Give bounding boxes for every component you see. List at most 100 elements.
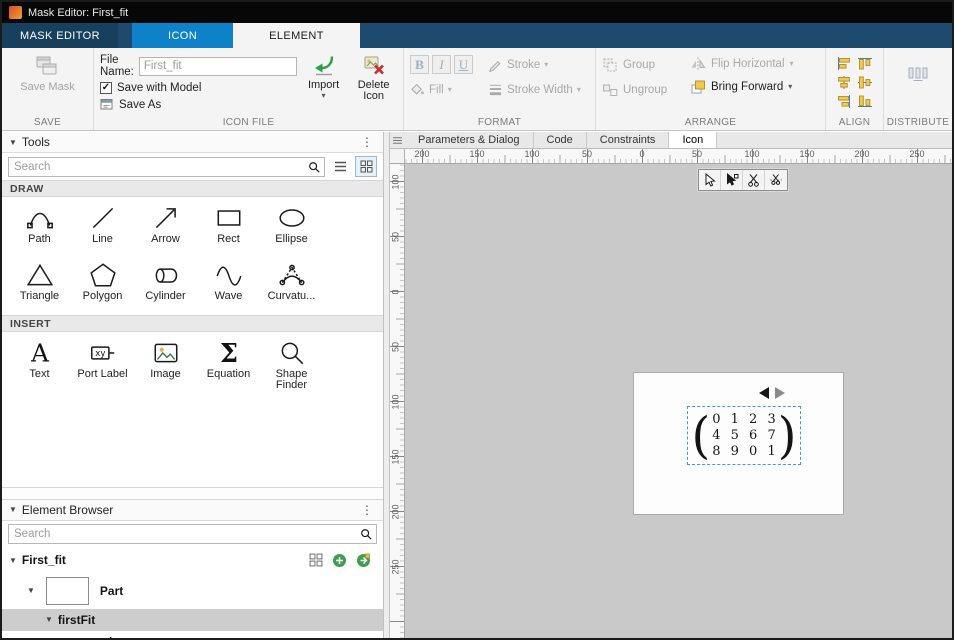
tool-text[interactable]: A Text — [8, 335, 71, 392]
add-element-icon[interactable] — [332, 553, 347, 568]
ruler-row: 200 150 100 50 0 50 100 150 200 250 — [390, 149, 952, 164]
image-icon — [151, 338, 181, 368]
bring-forward-dropdown[interactable]: Bring Forward ▾ — [690, 79, 794, 95]
window-title: Mask Editor: First_fit — [28, 7, 128, 19]
element-browser-search-row — [2, 521, 383, 548]
align-center-button[interactable] — [835, 74, 853, 90]
tool-polygon[interactable]: Polygon — [71, 257, 134, 314]
tool-path[interactable]: Path — [8, 200, 71, 257]
tree-item-root[interactable]: ▼ First_fit — [2, 548, 383, 573]
bold-button[interactable]: B — [410, 55, 429, 74]
hamburger-icon[interactable] — [390, 132, 405, 148]
tab-parameters-dialog[interactable]: Parameters & Dialog — [405, 132, 534, 148]
tools-panel-header[interactable]: ▼ Tools ⋮ — [2, 132, 383, 153]
save-with-model-label: Save with Model — [117, 82, 201, 94]
tool-rect[interactable]: Rect — [197, 200, 260, 257]
save-as-icon — [100, 98, 114, 111]
tab-mask-editor[interactable]: MASK EDITOR — [2, 23, 118, 48]
list-view-button[interactable] — [329, 156, 351, 177]
tool-triangle[interactable]: Triangle — [8, 257, 71, 314]
tool-port-label[interactable]: xy Port Label — [71, 335, 134, 392]
select-tool-button[interactable] — [699, 170, 721, 190]
file-name-label: File Name: — [100, 54, 134, 78]
port-arrows — [759, 387, 785, 399]
tab-constraints[interactable]: Constraints — [587, 132, 670, 148]
tree-item-equation[interactable]: equation — [2, 631, 383, 639]
underline-button[interactable]: U — [454, 55, 473, 74]
left-panel: ▼ Tools ⋮ DRAW — [2, 132, 384, 638]
insert-section-header: INSERT — [2, 315, 383, 332]
element-browser-kebab-menu-icon[interactable]: ⋮ — [358, 504, 376, 516]
tool-equation[interactable]: Σ Equation — [197, 335, 260, 392]
ribbon-tabstrip: MASK EDITOR ICON ELEMENT — [2, 23, 952, 48]
icon-canvas[interactable]: ( 0 1 2 3 4 5 6 7 8 9 0 1 ) — [405, 164, 952, 638]
draw-tool-grid: Path Line Arrow Rect Ellipse — [2, 197, 383, 315]
mask-icon-card[interactable]: ( 0 1 2 3 4 5 6 7 8 9 0 1 ) — [633, 372, 844, 515]
grid-view-icon[interactable] — [309, 553, 323, 567]
delete-icon-button[interactable]: Delete Icon — [350, 52, 397, 114]
group-button[interactable]: Group — [602, 57, 690, 73]
save-with-model-checkbox[interactable]: ✓ — [100, 82, 112, 94]
tool-ellipse[interactable]: Ellipse — [260, 200, 323, 257]
canvas-toolbar — [698, 169, 788, 191]
chevron-down-icon[interactable]: ▼ — [9, 556, 17, 565]
tool-arrow[interactable]: Arrow — [134, 200, 197, 257]
tools-kebab-menu-icon[interactable]: ⋮ — [358, 136, 376, 148]
align-top-button[interactable] — [856, 55, 874, 71]
import-button[interactable]: Import ▾ — [303, 52, 344, 114]
flip-horizontal-dropdown[interactable]: Flip Horizontal ▾ — [690, 56, 794, 72]
italic-button[interactable]: I — [432, 55, 451, 74]
canvas-row: 100 50 0 50 100 150 200 250 — [390, 164, 952, 638]
tool-shape-finder[interactable]: Shape Finder — [260, 335, 323, 392]
split-path-tool-button[interactable] — [765, 170, 787, 190]
ribbon-section-format: B I U Stroke ▾ — [404, 48, 596, 130]
tree-item-part[interactable]: ▼ Part — [2, 573, 383, 609]
selection-box[interactable]: ( 0 1 2 3 4 5 6 7 8 9 0 1 ) — [687, 406, 801, 465]
align-left-button[interactable] — [835, 55, 853, 71]
node-edit-tool-button[interactable] — [721, 170, 743, 190]
shape-finder-icon — [277, 338, 307, 368]
search-icon — [356, 528, 376, 540]
file-name-input[interactable] — [139, 57, 297, 76]
tool-cylinder[interactable]: Cylinder — [134, 257, 197, 314]
chevron-down-icon[interactable]: ▼ — [27, 586, 35, 595]
bring-forward-caret: ▾ — [788, 84, 792, 90]
align-right-button[interactable] — [835, 93, 853, 109]
tree-item-firstfit[interactable]: ▼ firstFit — [2, 609, 383, 631]
ungroup-button[interactable]: Ungroup — [602, 82, 690, 98]
tools-search-input[interactable] — [9, 161, 304, 173]
ribbon: Save Mask SAVE File Name: ✓ Save with Mo… — [2, 48, 952, 131]
chevron-down-icon[interactable]: ▼ — [45, 615, 53, 624]
save-as-button[interactable]: Save As — [100, 98, 297, 111]
tool-line[interactable]: Line — [71, 200, 134, 257]
main-content: ▼ Tools ⋮ DRAW — [2, 132, 952, 638]
distribute-button[interactable] — [905, 60, 931, 86]
stroke-dropdown[interactable]: Stroke ▾ — [488, 57, 548, 72]
element-browser-search-input[interactable] — [9, 528, 356, 540]
align-bottom-button[interactable] — [856, 93, 874, 109]
tool-wave[interactable]: Wave — [197, 257, 260, 314]
delete-icon-graphic — [362, 53, 386, 77]
save-mask-button[interactable]: Save Mask — [20, 52, 74, 114]
stroke-width-dropdown[interactable]: Stroke Width ▾ — [488, 82, 581, 97]
element-browser-header[interactable]: ▼ Element Browser ⋮ — [2, 500, 383, 521]
tab-icon-view[interactable]: Icon — [669, 132, 717, 148]
left-arrow-icon[interactable] — [759, 387, 769, 399]
triangle-icon — [25, 260, 55, 290]
add-copy-element-icon[interactable] — [356, 553, 371, 568]
grid-view-button[interactable] — [355, 156, 377, 177]
tool-curvature[interactable]: Curvatu... — [260, 257, 323, 314]
tab-code[interactable]: Code — [534, 132, 587, 148]
tab-element[interactable]: ELEMENT — [233, 23, 360, 48]
panel-spacer — [2, 396, 383, 487]
cylinder-icon — [151, 260, 181, 290]
fill-dropdown[interactable]: Fill ▾ — [410, 82, 478, 97]
title-bar: Mask Editor: First_fit — [2, 2, 952, 23]
align-middle-button[interactable] — [856, 74, 874, 90]
element-tree: ▼ First_fit ▼ Part ▼ firstFit — [2, 548, 383, 639]
cut-tool-button[interactable] — [743, 170, 765, 190]
ribbon-section-arrange: Group Ungroup Flip Horizontal — [596, 48, 826, 130]
tool-image[interactable]: Image — [134, 335, 197, 392]
tab-icon[interactable]: ICON — [132, 23, 233, 48]
right-arrow-icon[interactable] — [775, 387, 785, 399]
